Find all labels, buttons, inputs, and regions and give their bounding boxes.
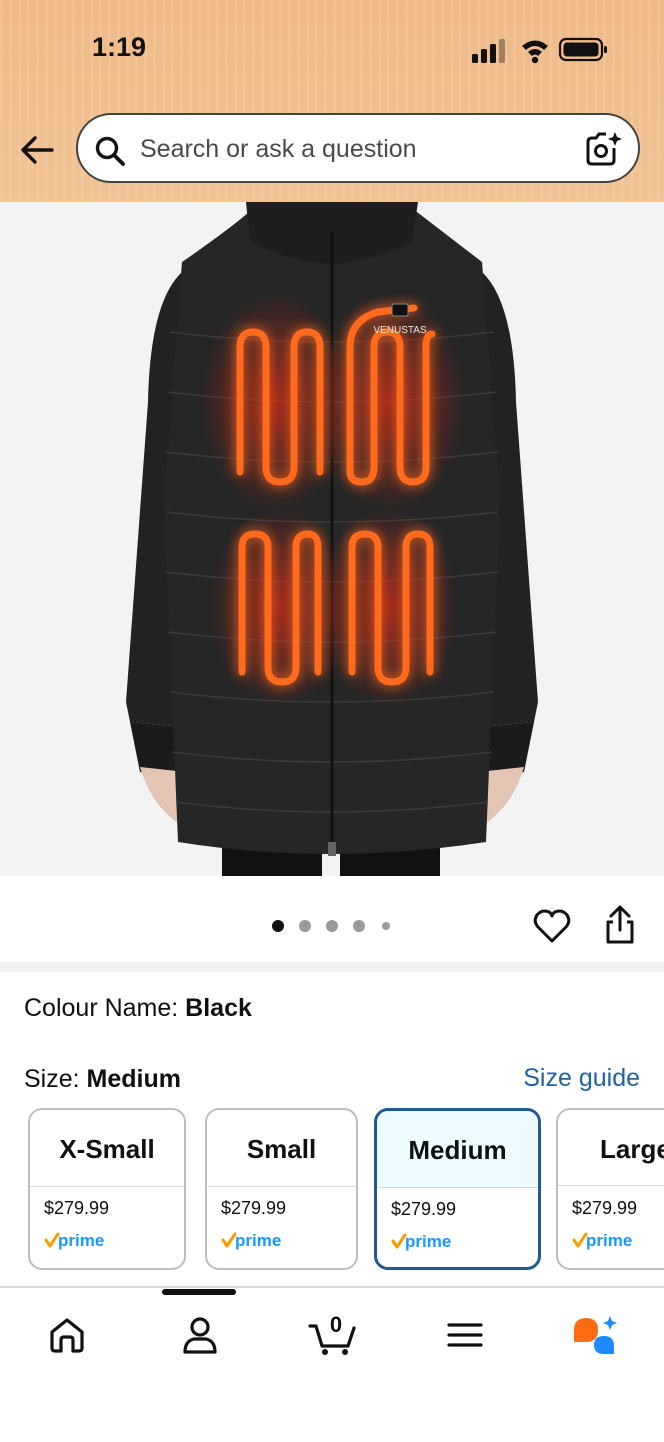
search-placeholder: Search or ask a question bbox=[140, 135, 417, 163]
size-option-name: Medium bbox=[377, 1111, 538, 1188]
back-arrow-icon[interactable] bbox=[18, 130, 58, 170]
size-selected: Size: Medium bbox=[24, 1065, 181, 1094]
active-tab-indicator bbox=[162, 1289, 236, 1295]
prime-badge-icon: prime bbox=[391, 1232, 451, 1251]
size-option-medium[interactable]: Medium $279.99 prime bbox=[374, 1108, 541, 1270]
colour-label: Colour Name: bbox=[24, 994, 186, 1022]
bottom-navigation-bar bbox=[0, 1286, 664, 1442]
size-option-price: $279.99 bbox=[44, 1198, 110, 1218]
size-option-price: $279.99 bbox=[391, 1199, 457, 1219]
prime-text: prime bbox=[58, 1231, 104, 1250]
menu-icon[interactable] bbox=[446, 1314, 484, 1356]
size-option-small[interactable]: Small $279.99 prime bbox=[205, 1108, 358, 1270]
share-icon[interactable] bbox=[602, 904, 638, 946]
prime-text: prime bbox=[405, 1232, 451, 1251]
brand-logo-text: VENUSTAS bbox=[373, 325, 426, 336]
section-divider bbox=[0, 962, 664, 972]
size-option-price: $279.99 bbox=[572, 1198, 638, 1218]
size-option-name: X-Small bbox=[30, 1110, 184, 1187]
product-image[interactable]: VENUSTAS bbox=[0, 202, 664, 876]
size-option-name: Small bbox=[207, 1110, 356, 1187]
cart-count: 0 bbox=[329, 1312, 343, 1337]
camera-search-icon[interactable] bbox=[584, 130, 624, 168]
heated-jacket-illustration: VENUSTAS bbox=[0, 202, 664, 876]
size-option-x-small[interactable]: X-Small $279.99 prime bbox=[28, 1108, 186, 1270]
search-icon bbox=[95, 136, 125, 166]
cellular-signal-icon bbox=[472, 39, 505, 63]
prime-text: prime bbox=[235, 1231, 281, 1250]
prime-text: prime bbox=[586, 1231, 632, 1250]
cart-button[interactable]: 0 bbox=[308, 1312, 360, 1358]
size-option-price: $279.99 bbox=[221, 1198, 287, 1218]
size-option-name: Large bbox=[558, 1110, 664, 1186]
size-option-large[interactable]: Large $279.99 prime bbox=[556, 1108, 664, 1270]
search-input[interactable]: Search or ask a question bbox=[76, 113, 640, 183]
home-icon[interactable] bbox=[46, 1314, 88, 1356]
colour-value: Black bbox=[185, 994, 252, 1022]
size-value: Medium bbox=[86, 1065, 181, 1093]
wishlist-heart-icon[interactable] bbox=[532, 906, 572, 946]
prime-badge-icon: prime bbox=[221, 1231, 281, 1250]
wifi-icon bbox=[522, 40, 548, 64]
header-bar: 1:19 Search or ask a question bbox=[0, 0, 664, 202]
rufus-assistant-icon[interactable] bbox=[570, 1314, 620, 1358]
battery-icon bbox=[558, 37, 607, 62]
prime-badge-icon: prime bbox=[572, 1231, 632, 1250]
status-icons bbox=[472, 37, 607, 64]
colour-name: Colour Name: Black bbox=[24, 994, 252, 1023]
status-time: 1:19 bbox=[92, 32, 147, 62]
size-label: Size: bbox=[24, 1065, 87, 1093]
account-icon[interactable] bbox=[180, 1314, 220, 1356]
size-guide-link[interactable]: Size guide bbox=[523, 1064, 640, 1093]
prime-badge-icon: prime bbox=[44, 1231, 104, 1250]
